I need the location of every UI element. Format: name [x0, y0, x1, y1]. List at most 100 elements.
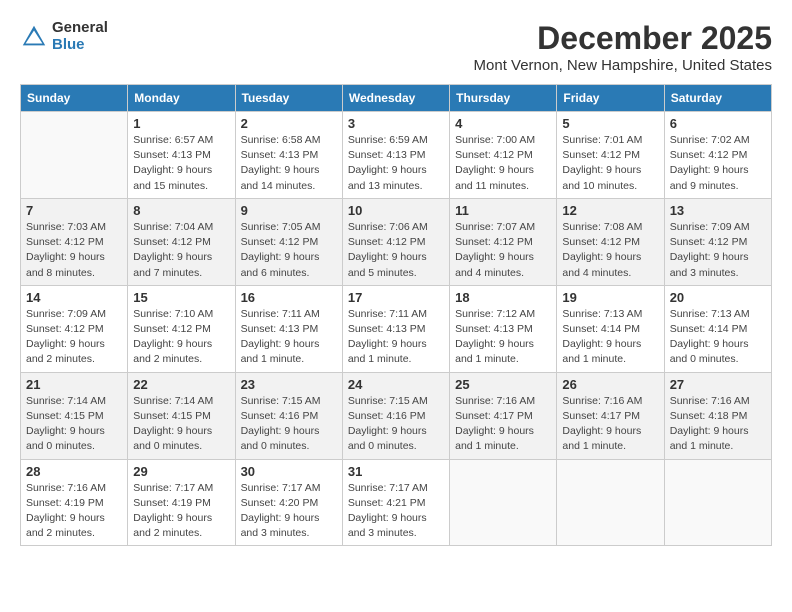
day-info: Sunrise: 7:14 AMSunset: 4:15 PMDaylight:…: [26, 394, 122, 455]
header-thursday: Thursday: [450, 85, 557, 112]
day-info: Sunrise: 7:13 AMSunset: 4:14 PMDaylight:…: [670, 307, 766, 368]
day-number: 12: [562, 203, 658, 218]
day-info: Sunrise: 7:07 AMSunset: 4:12 PMDaylight:…: [455, 220, 551, 281]
day-info: Sunrise: 7:14 AMSunset: 4:15 PMDaylight:…: [133, 394, 229, 455]
month-title: December 2025: [474, 20, 772, 57]
calendar-cell: 28Sunrise: 7:16 AMSunset: 4:19 PMDayligh…: [21, 459, 128, 546]
day-info: Sunrise: 7:16 AMSunset: 4:18 PMDaylight:…: [670, 394, 766, 455]
calendar-cell: 11 Sunrise: 7:07 AMSunset: 4:12 PMDayligh…: [450, 198, 557, 285]
calendar-cell: 15 Sunrise: 7:10 AMSunset: 4:12 PMDayligh…: [128, 285, 235, 372]
calendar-cell: 5Sunrise: 7:01 AMSunset: 4:12 PMDaylight…: [557, 112, 664, 199]
calendar-cell: 22 Sunrise: 7:14 AMSunset: 4:15 PMDayligh…: [128, 372, 235, 459]
day-number: 22: [133, 377, 229, 392]
calendar-cell: 4 Sunrise: 7:00 AMSunset: 4:12 PMDaylight…: [450, 112, 557, 199]
calendar-cell: 25 Sunrise: 7:16 AMSunset: 4:17 PMDayligh…: [450, 372, 557, 459]
day-number: 11: [455, 203, 551, 218]
day-number: 4: [455, 116, 551, 131]
day-number: 5: [562, 116, 658, 131]
day-info: Sunrise: 7:00 AMSunset: 4:12 PMDaylight:…: [455, 133, 551, 194]
page-header: General Blue December 2025 Mont Vernon, …: [20, 20, 772, 74]
day-number: 23: [241, 377, 337, 392]
calendar-cell: 9 Sunrise: 7:05 AMSunset: 4:12 PMDaylight…: [235, 198, 342, 285]
calendar-cell: 7 Sunrise: 7:03 AMSunset: 4:12 PMDaylight…: [21, 198, 128, 285]
day-info: Sunrise: 7:05 AMSunset: 4:12 PMDaylight:…: [241, 220, 337, 281]
day-number: 31: [348, 464, 444, 479]
day-info: Sunrise: 7:16 AMSunset: 4:17 PMDaylight:…: [562, 394, 658, 455]
calendar-table: SundayMondayTuesdayWednesdayThursdayFrid…: [20, 84, 772, 546]
day-info: Sunrise: 7:03 AMSunset: 4:12 PMDaylight:…: [26, 220, 122, 281]
day-number: 7: [26, 203, 122, 218]
day-number: 8: [133, 203, 229, 218]
day-info: Sunrise: 7:06 AMSunset: 4:12 PMDaylight:…: [348, 220, 444, 281]
calendar-cell: [450, 459, 557, 546]
logo-icon: [20, 23, 48, 51]
day-number: 1: [133, 116, 229, 131]
calendar-cell: 18 Sunrise: 7:12 AMSunset: 4:13 PMDayligh…: [450, 285, 557, 372]
day-number: 28: [26, 464, 122, 479]
calendar-cell: 21 Sunrise: 7:14 AMSunset: 4:15 PMDayligh…: [21, 372, 128, 459]
calendar-cell: 17 Sunrise: 7:11 AMSunset: 4:13 PMDayligh…: [342, 285, 449, 372]
logo-text: General Blue: [52, 20, 108, 53]
calendar-cell: 13Sunrise: 7:09 AMSunset: 4:12 PMDayligh…: [664, 198, 771, 285]
calendar-cell: 8Sunrise: 7:04 AMSunset: 4:12 PMDaylight…: [128, 198, 235, 285]
header-friday: Friday: [557, 85, 664, 112]
title-block: December 2025 Mont Vernon, New Hampshire…: [474, 20, 772, 74]
calendar-week-row: 14 Sunrise: 7:09 AMSunset: 4:12 PMDayligh…: [21, 285, 772, 372]
calendar-cell: [664, 459, 771, 546]
logo: General Blue: [20, 20, 108, 53]
day-info: Sunrise: 7:16 AMSunset: 4:17 PMDaylight:…: [455, 394, 551, 455]
day-info: Sunrise: 7:17 AMSunset: 4:21 PMDaylight:…: [348, 481, 444, 542]
day-number: 14: [26, 290, 122, 305]
day-number: 18: [455, 290, 551, 305]
location: Mont Vernon, New Hampshire, United State…: [474, 57, 772, 74]
day-number: 26: [562, 377, 658, 392]
calendar-cell: 16 Sunrise: 7:11 AMSunset: 4:13 PMDayligh…: [235, 285, 342, 372]
calendar-cell: 3Sunrise: 6:59 AMSunset: 4:13 PMDaylight…: [342, 112, 449, 199]
day-info: Sunrise: 7:09 AMSunset: 4:12 PMDaylight:…: [26, 307, 122, 368]
calendar-cell: [557, 459, 664, 546]
day-info: Sunrise: 7:17 AMSunset: 4:20 PMDaylight:…: [241, 481, 337, 542]
day-number: 21: [26, 377, 122, 392]
day-number: 24: [348, 377, 444, 392]
day-info: Sunrise: 7:11 AMSunset: 4:13 PMDaylight:…: [348, 307, 444, 368]
day-number: 10: [348, 203, 444, 218]
calendar-cell: 10 Sunrise: 7:06 AMSunset: 4:12 PMDayligh…: [342, 198, 449, 285]
day-number: 3: [348, 116, 444, 131]
day-number: 29: [133, 464, 229, 479]
calendar-cell: 31 Sunrise: 7:17 AMSunset: 4:21 PMDayligh…: [342, 459, 449, 546]
logo-blue: Blue: [52, 37, 108, 54]
day-number: 17: [348, 290, 444, 305]
calendar-cell: 29 Sunrise: 7:17 AMSunset: 4:19 PMDayligh…: [128, 459, 235, 546]
day-info: Sunrise: 7:08 AMSunset: 4:12 PMDaylight:…: [562, 220, 658, 281]
day-info: Sunrise: 7:11 AMSunset: 4:13 PMDaylight:…: [241, 307, 337, 368]
calendar-week-row: 21 Sunrise: 7:14 AMSunset: 4:15 PMDayligh…: [21, 372, 772, 459]
calendar-cell: 1 Sunrise: 6:57 AMSunset: 4:13 PMDaylight…: [128, 112, 235, 199]
day-number: 16: [241, 290, 337, 305]
day-number: 25: [455, 377, 551, 392]
calendar-cell: 19Sunrise: 7:13 AMSunset: 4:14 PMDayligh…: [557, 285, 664, 372]
calendar-week-row: 1 Sunrise: 6:57 AMSunset: 4:13 PMDaylight…: [21, 112, 772, 199]
day-info: Sunrise: 7:17 AMSunset: 4:19 PMDaylight:…: [133, 481, 229, 542]
day-info: Sunrise: 7:15 AMSunset: 4:16 PMDaylight:…: [241, 394, 337, 455]
calendar-cell: 12 Sunrise: 7:08 AMSunset: 4:12 PMDayligh…: [557, 198, 664, 285]
day-info: Sunrise: 6:57 AMSunset: 4:13 PMDaylight:…: [133, 133, 229, 194]
day-info: Sunrise: 7:02 AMSunset: 4:12 PMDaylight:…: [670, 133, 766, 194]
day-info: Sunrise: 7:15 AMSunset: 4:16 PMDaylight:…: [348, 394, 444, 455]
header-sunday: Sunday: [21, 85, 128, 112]
day-info: Sunrise: 7:10 AMSunset: 4:12 PMDaylight:…: [133, 307, 229, 368]
day-number: 20: [670, 290, 766, 305]
calendar-cell: 30 Sunrise: 7:17 AMSunset: 4:20 PMDayligh…: [235, 459, 342, 546]
calendar-cell: [21, 112, 128, 199]
day-number: 2: [241, 116, 337, 131]
day-info: Sunrise: 7:12 AMSunset: 4:13 PMDaylight:…: [455, 307, 551, 368]
day-number: 15: [133, 290, 229, 305]
day-number: 30: [241, 464, 337, 479]
day-number: 9: [241, 203, 337, 218]
calendar-cell: 2Sunrise: 6:58 AMSunset: 4:13 PMDaylight…: [235, 112, 342, 199]
calendar-week-row: 7 Sunrise: 7:03 AMSunset: 4:12 PMDaylight…: [21, 198, 772, 285]
header-wednesday: Wednesday: [342, 85, 449, 112]
day-info: Sunrise: 7:13 AMSunset: 4:14 PMDaylight:…: [562, 307, 658, 368]
calendar-cell: 26 Sunrise: 7:16 AMSunset: 4:17 PMDayligh…: [557, 372, 664, 459]
day-number: 13: [670, 203, 766, 218]
header-tuesday: Tuesday: [235, 85, 342, 112]
